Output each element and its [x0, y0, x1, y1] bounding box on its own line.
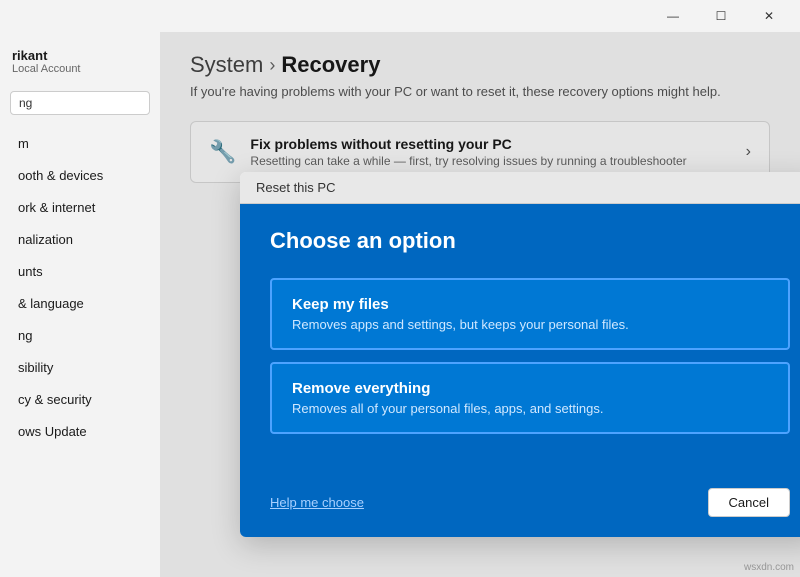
- reset-dialog-body: Choose an option Keep my files Removes a…: [240, 204, 800, 476]
- maximize-button[interactable]: ☐: [698, 0, 744, 32]
- search-input[interactable]: [19, 96, 160, 110]
- sidebar-item-0[interactable]: m: [6, 128, 154, 159]
- sidebar-search-box[interactable]: 🔍: [10, 91, 150, 115]
- sidebar-item-7[interactable]: sibility: [6, 352, 154, 383]
- sidebar: rikant Local Account 🔍 m ooth & devices …: [0, 32, 160, 577]
- sidebar-item-5[interactable]: & language: [6, 288, 154, 319]
- cancel-button[interactable]: Cancel: [708, 488, 790, 517]
- sidebar-user: rikant Local Account: [0, 40, 160, 91]
- keep-files-option[interactable]: Keep my files Removes apps and settings,…: [270, 278, 790, 350]
- app-body: rikant Local Account 🔍 m ooth & devices …: [0, 32, 800, 577]
- remove-everything-desc: Removes all of your personal files, apps…: [292, 401, 768, 416]
- sidebar-item-8[interactable]: cy & security: [6, 384, 154, 415]
- sidebar-item-1[interactable]: ooth & devices: [6, 160, 154, 191]
- reset-dialog-footer: Help me choose Cancel: [240, 476, 800, 537]
- content-area: System › Recovery If you're having probl…: [160, 32, 800, 577]
- reset-dialog-title: Choose an option: [270, 228, 790, 254]
- remove-everything-option[interactable]: Remove everything Removes all of your pe…: [270, 362, 790, 434]
- sidebar-username: rikant: [12, 48, 148, 63]
- title-bar-controls: — ☐ ✕: [650, 0, 792, 32]
- keep-files-title: Keep my files: [292, 296, 768, 313]
- sidebar-item-9[interactable]: ows Update: [6, 416, 154, 447]
- sidebar-item-6[interactable]: ng: [6, 320, 154, 351]
- help-me-choose-link[interactable]: Help me choose: [270, 495, 364, 510]
- sidebar-user-role: Local Account: [12, 63, 148, 75]
- sidebar-item-4[interactable]: unts: [6, 256, 154, 287]
- remove-everything-title: Remove everything: [292, 380, 768, 397]
- reset-dialog-header: Reset this PC: [240, 172, 800, 204]
- close-button[interactable]: ✕: [746, 0, 792, 32]
- reset-dialog: Reset this PC Choose an option Keep my f…: [240, 172, 800, 537]
- sidebar-items: m ooth & devices ork & internet nalizati…: [0, 127, 160, 577]
- minimize-button[interactable]: —: [650, 0, 696, 32]
- sidebar-item-2[interactable]: ork & internet: [6, 192, 154, 223]
- sidebar-item-3[interactable]: nalization: [6, 224, 154, 255]
- keep-files-desc: Removes apps and settings, but keeps you…: [292, 317, 768, 332]
- title-bar: — ☐ ✕: [0, 0, 800, 32]
